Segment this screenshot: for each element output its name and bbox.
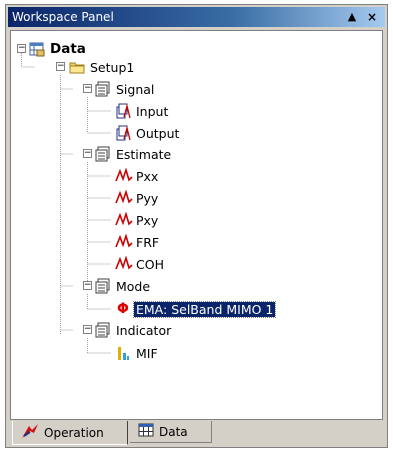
group-icon xyxy=(95,146,111,162)
title-bar[interactable]: Workspace Panel ▲ × xyxy=(8,7,385,27)
signal-file-icon xyxy=(115,125,131,141)
group-icon xyxy=(95,278,111,294)
tree-label-data: Data xyxy=(50,41,86,57)
tree-node-mode[interactable]: Mode xyxy=(95,277,152,295)
tree-node-indicator[interactable]: Indicator xyxy=(95,321,173,339)
tab-data[interactable]: Data xyxy=(130,421,212,443)
data-table-icon xyxy=(29,41,45,57)
spectrum-icon xyxy=(115,211,133,228)
expand-toggle-setup1[interactable]: − xyxy=(56,62,65,71)
spectrum-icon xyxy=(115,167,133,184)
tree-node-ema-selband-mimo-1[interactable]: Φ EMA: SelBand MIMO 1 xyxy=(115,300,277,318)
tree-node-pxx[interactable]: Pxx xyxy=(115,167,160,185)
tab-label-data: Data xyxy=(159,424,188,439)
spectrum-icon xyxy=(115,255,133,272)
window-title: Workspace Panel xyxy=(12,10,114,24)
tree-node-setup1[interactable]: Setup1 xyxy=(69,58,136,76)
expand-toggle-signal[interactable]: − xyxy=(83,84,92,93)
tree-label-output: Output xyxy=(136,125,180,141)
tree-label-pyy: Pyy xyxy=(136,190,159,206)
tree-node-data[interactable]: Data xyxy=(29,40,88,58)
expand-toggle-estimate[interactable]: − xyxy=(83,149,92,158)
phi-icon: Φ xyxy=(117,301,129,317)
tree-node-mif[interactable]: MIF xyxy=(115,344,160,362)
group-icon xyxy=(95,322,111,338)
operation-icon xyxy=(21,423,39,442)
tree-node-pxy[interactable]: Pxy xyxy=(115,211,160,229)
tree-label-pxy: Pxy xyxy=(136,212,159,228)
tree-node-frf[interactable]: FRF xyxy=(115,233,161,251)
group-icon xyxy=(95,81,111,97)
tree-node-input[interactable]: Input xyxy=(115,102,170,120)
tree-label-frf: FRF xyxy=(136,234,160,250)
spectrum-icon xyxy=(115,189,133,206)
tree-label-estimate: Estimate xyxy=(116,146,172,162)
tree-label-coh: COH xyxy=(136,256,164,272)
tree-node-signal[interactable]: Signal xyxy=(95,80,156,98)
tree-node-estimate[interactable]: Estimate xyxy=(95,145,173,163)
tree-label-pxx: Pxx xyxy=(136,168,159,184)
expand-toggle-data[interactable]: − xyxy=(17,44,26,53)
tree-label-indicator: Indicator xyxy=(116,322,172,338)
tree-label-input: Input xyxy=(136,103,169,119)
close-icon[interactable]: × xyxy=(364,9,380,25)
spectrum-icon xyxy=(115,233,133,250)
bar-chart-icon xyxy=(115,345,131,361)
workspace-panel: Workspace Panel ▲ × − − − − − − Data Set… xyxy=(5,4,388,448)
tab-label-operation: Operation xyxy=(44,425,104,440)
data-tree[interactable]: − − − − − − Data Setup1 Signal Input Out… xyxy=(10,30,383,420)
data-grid-icon xyxy=(138,423,154,440)
expand-toggle-indicator[interactable]: − xyxy=(83,325,92,334)
panel-tab-bar: Operation Data xyxy=(10,421,383,445)
tree-node-coh[interactable]: COH xyxy=(115,255,166,273)
tree-node-pyy[interactable]: Pyy xyxy=(115,189,160,207)
tree-connector-lines xyxy=(21,49,111,354)
tree-label-setup1: Setup1 xyxy=(90,59,135,75)
tree-label-mif: MIF xyxy=(136,345,158,361)
expand-toggle-mode[interactable]: − xyxy=(83,281,92,290)
tab-operation[interactable]: Operation xyxy=(12,421,128,445)
pin-icon[interactable]: ▲ xyxy=(344,9,360,25)
folder-icon xyxy=(69,59,85,75)
tree-label-ema-selband-mimo-1: EMA: SelBand MIMO 1 xyxy=(132,300,277,318)
signal-file-icon xyxy=(115,103,131,119)
tree-label-mode: Mode xyxy=(116,278,151,294)
tree-label-signal: Signal xyxy=(116,81,155,97)
tree-node-output[interactable]: Output xyxy=(115,124,181,142)
